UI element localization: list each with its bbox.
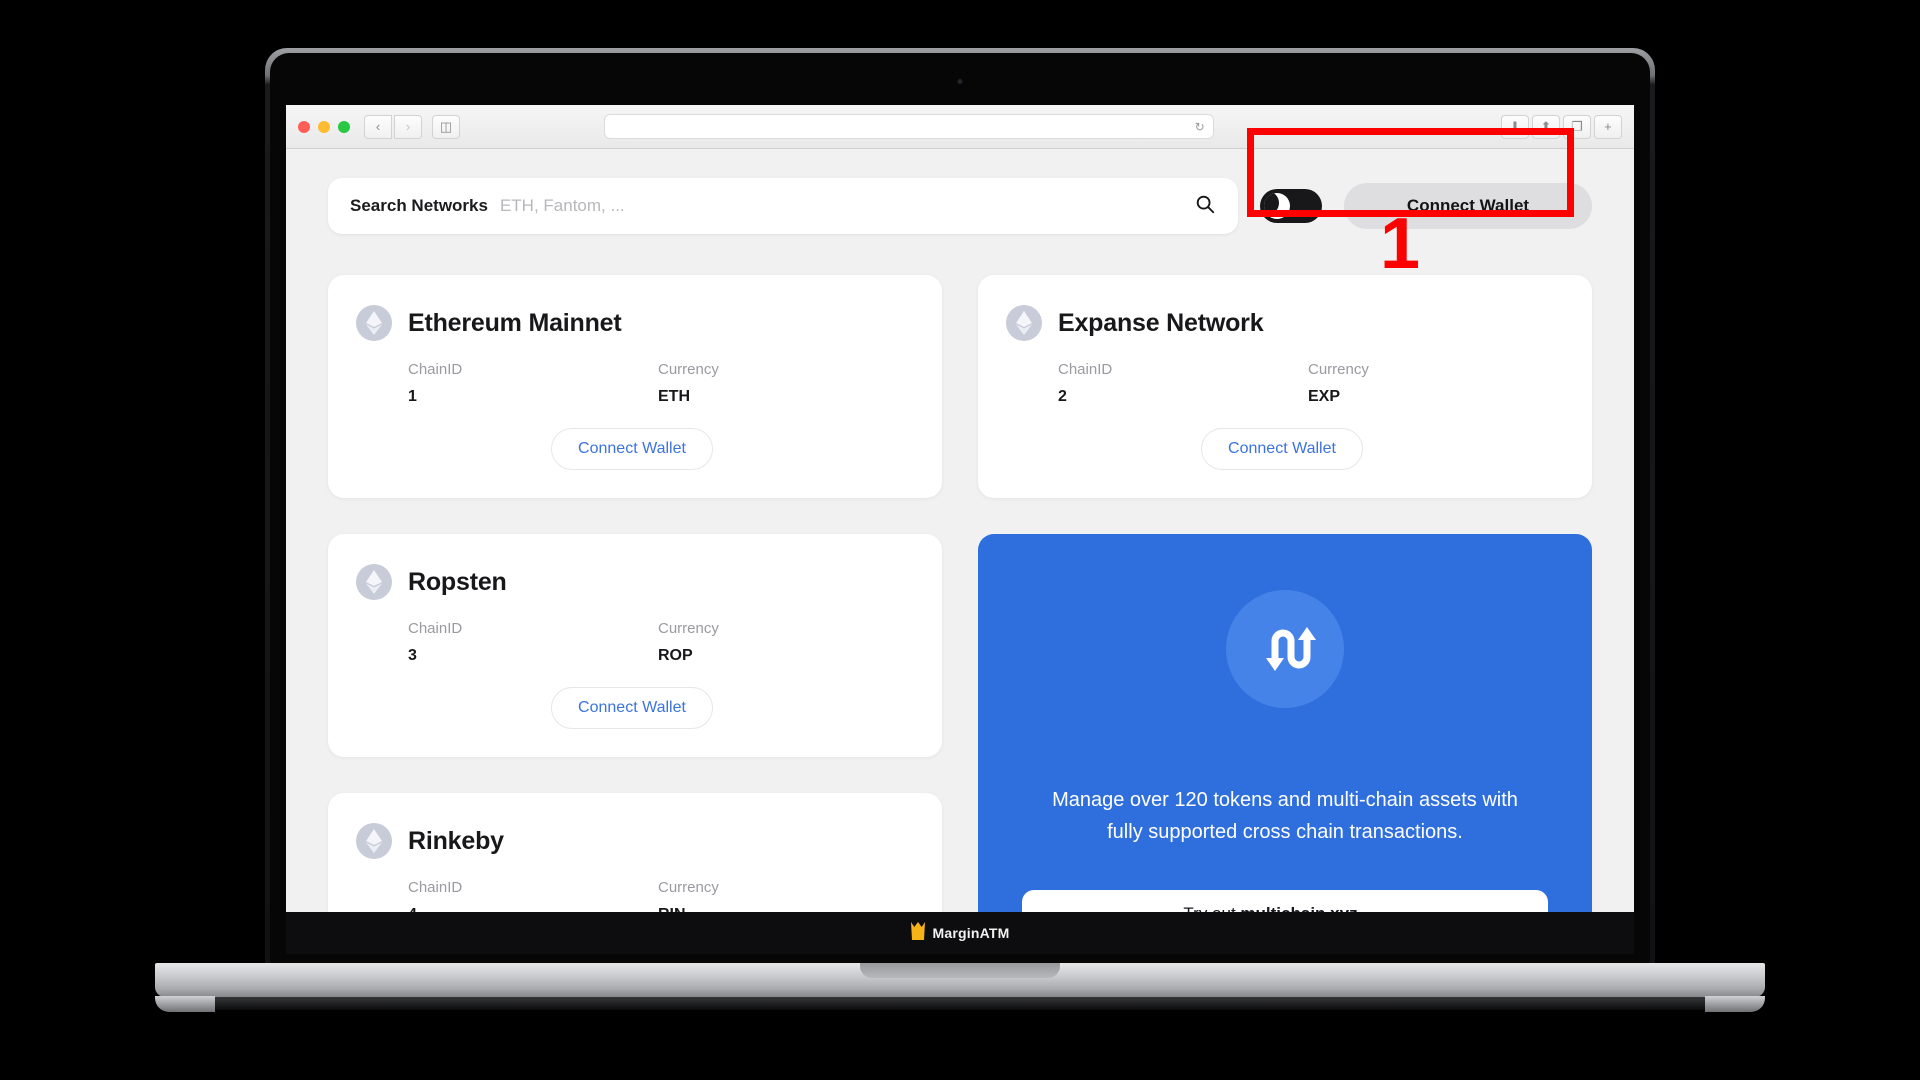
promo-description: Manage over 120 tokens and multi-chain a… bbox=[1052, 789, 1518, 843]
swap-arrows-icon bbox=[1226, 590, 1344, 708]
currency-label: Currency bbox=[658, 361, 719, 378]
promo-button-prefix: Try out bbox=[1183, 904, 1240, 912]
webcam-icon bbox=[957, 79, 963, 84]
browser-toolbar: ‹ › ◫ ↻ ⬇ ⬆ ❐ + bbox=[286, 105, 1634, 149]
ethereum-icon bbox=[1006, 305, 1042, 341]
tab-overview-icon[interactable]: ❐ bbox=[1562, 114, 1591, 139]
forward-icon[interactable]: › bbox=[394, 114, 422, 139]
navigation-buttons: ‹ › bbox=[364, 114, 422, 139]
network-name: Rinkeby bbox=[408, 826, 504, 855]
ethereum-icon bbox=[356, 305, 392, 341]
network-card[interactable]: Ropsten ChainID Currency 3 ROP Connect W… bbox=[328, 534, 942, 757]
try-multichain-button[interactable]: Try out multichain.xyz → bbox=[1022, 890, 1548, 912]
promo-button-text: Try out multichain.xyz bbox=[1183, 904, 1357, 912]
chainid-label: ChainID bbox=[408, 361, 463, 378]
chainid-label: ChainID bbox=[408, 879, 463, 896]
toolbar-right-actions: ⬇ ⬆ ❐ + bbox=[1500, 114, 1622, 139]
moon-icon bbox=[1264, 193, 1290, 219]
new-tab-button[interactable]: + bbox=[1593, 114, 1622, 139]
window-controls bbox=[298, 120, 350, 133]
card-connect-wallet-button[interactable]: Connect Wallet bbox=[1201, 428, 1363, 470]
watermark: MarginATM bbox=[286, 912, 1634, 954]
currency-label: Currency bbox=[658, 879, 719, 896]
laptop-mockup: ‹ › ◫ ↻ ⬇ ⬆ ❐ + Search Networks ETH, Fan… bbox=[265, 48, 1655, 968]
chainid-label: ChainID bbox=[408, 620, 463, 637]
currency-value: ETH bbox=[658, 388, 690, 405]
multichain-promo-card[interactable]: Manage over 120 tokens and multi-chain a… bbox=[978, 534, 1592, 912]
chainid-value: 1 bbox=[408, 388, 417, 405]
currency-label: Currency bbox=[1308, 361, 1369, 378]
laptop-lid: ‹ › ◫ ↻ ⬇ ⬆ ❐ + Search Networks ETH, Fan… bbox=[265, 48, 1655, 968]
chainid-label: ChainID bbox=[1058, 361, 1113, 378]
close-window-button[interactable] bbox=[298, 120, 310, 133]
maximize-window-button[interactable] bbox=[338, 120, 350, 133]
search-networks-box[interactable]: Search Networks bbox=[328, 178, 1238, 234]
share-icon[interactable]: ⬆ bbox=[1531, 114, 1560, 139]
currency-value: ROP bbox=[658, 647, 693, 664]
card-connect-wallet-button[interactable]: Connect Wallet bbox=[551, 428, 713, 470]
sidebar-toggle-icon[interactable]: ◫ bbox=[432, 114, 460, 139]
downloads-icon[interactable]: ⬇ bbox=[1500, 114, 1529, 139]
search-icon[interactable] bbox=[1194, 193, 1216, 220]
laptop-base bbox=[155, 963, 1765, 1015]
reload-icon[interactable]: ↻ bbox=[1195, 120, 1205, 134]
promo-button-brand: multichain.xyz bbox=[1240, 904, 1357, 912]
network-card[interactable]: Ethereum Mainnet ChainID Currency 1 ETH … bbox=[328, 275, 942, 498]
network-name: Ropsten bbox=[408, 567, 507, 596]
ethereum-icon bbox=[356, 564, 392, 600]
laptop-bezel: ‹ › ◫ ↻ ⬇ ⬆ ❐ + Search Networks ETH, Fan… bbox=[270, 53, 1650, 964]
card-connect-wallet-button[interactable]: Connect Wallet bbox=[551, 687, 713, 729]
network-name: Ethereum Mainnet bbox=[408, 308, 622, 337]
back-icon[interactable]: ‹ bbox=[364, 114, 392, 139]
arrow-right-icon: → bbox=[1370, 904, 1387, 912]
currency-value: EXP bbox=[1308, 388, 1341, 405]
ethereum-icon bbox=[356, 823, 392, 859]
search-input[interactable] bbox=[499, 196, 1182, 216]
networks-grid: Ethereum Mainnet ChainID Currency 1 ETH … bbox=[328, 275, 1592, 912]
dark-mode-toggle[interactable] bbox=[1260, 189, 1322, 223]
currency-label: Currency bbox=[658, 620, 719, 637]
watermark-brand: MarginATM bbox=[932, 925, 1010, 941]
network-card[interactable]: Expanse Network ChainID Currency 2 EXP C… bbox=[978, 275, 1592, 498]
chainid-value: 2 bbox=[1058, 388, 1067, 405]
search-label: Search Networks bbox=[350, 196, 488, 215]
network-name: Expanse Network bbox=[1058, 308, 1264, 337]
address-bar[interactable]: ↻ bbox=[603, 114, 1214, 139]
crown-icon bbox=[910, 921, 925, 945]
network-card[interactable]: Rinkeby ChainID Currency 4 RIN Connect W… bbox=[328, 793, 942, 912]
chainid-value: 3 bbox=[408, 647, 417, 664]
minimize-window-button[interactable] bbox=[318, 120, 330, 133]
annotation-step-number: 1 bbox=[1380, 204, 1421, 284]
web-page: Search Networks ETH, Fantom, ... Connect… bbox=[286, 149, 1634, 912]
screen: ‹ › ◫ ↻ ⬇ ⬆ ❐ + Search Networks ETH, Fan… bbox=[286, 105, 1634, 912]
